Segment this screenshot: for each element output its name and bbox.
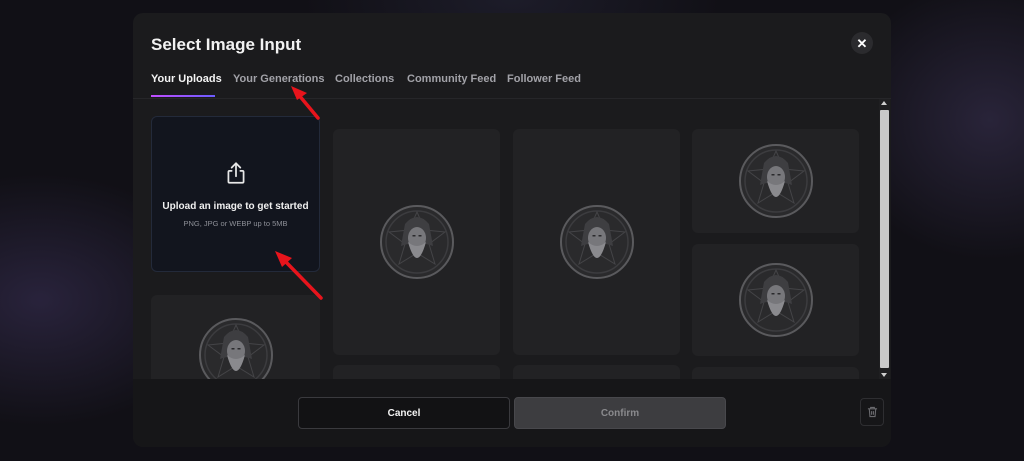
tab-collections[interactable]: Collections (335, 73, 394, 85)
tab-community-feed[interactable]: Community Feed (407, 73, 496, 85)
select-image-dialog: Select Image Input ✕ Your Uploads Your G… (133, 13, 891, 447)
image-thumbnail[interactable] (513, 129, 680, 355)
upload-hint: PNG, JPG or WEBP up to 5MB (183, 219, 288, 228)
image-thumbnail[interactable] (692, 129, 859, 233)
grid-scrollbar[interactable] (879, 99, 890, 379)
image-thumbnail[interactable] (692, 244, 859, 356)
image-grid: Upload an image to get started PNG, JPG … (133, 99, 891, 379)
wizard-emblem-image (738, 144, 813, 218)
delete-button[interactable] (860, 398, 884, 426)
tab-your-uploads[interactable]: Your Uploads (151, 73, 222, 85)
tab-your-generations[interactable]: Your Generations (233, 73, 324, 85)
upload-title: Upload an image to get started (162, 201, 309, 212)
upload-dropzone[interactable]: Upload an image to get started PNG, JPG … (151, 116, 320, 272)
image-thumbnail[interactable] (333, 365, 500, 379)
dialog-footer: Cancel Confirm (133, 379, 891, 447)
wizard-emblem-image (198, 318, 273, 379)
wizard-emblem-image (379, 205, 454, 279)
wizard-emblem-image (559, 205, 634, 279)
image-thumbnail[interactable] (692, 367, 859, 379)
wizard-emblem-image (738, 263, 813, 337)
active-tab-indicator (151, 95, 215, 97)
trash-icon (867, 406, 877, 418)
close-button[interactable]: ✕ (851, 32, 873, 54)
scroll-up-arrow[interactable] (881, 101, 887, 105)
upload-icon (227, 162, 245, 184)
tab-follower-feed[interactable]: Follower Feed (507, 73, 581, 85)
cancel-button[interactable]: Cancel (298, 397, 510, 429)
dialog-title: Select Image Input (151, 35, 302, 54)
image-thumbnail[interactable] (333, 129, 500, 355)
scrollbar-thumb[interactable] (880, 110, 889, 368)
image-thumbnail[interactable] (513, 365, 680, 379)
scroll-down-arrow[interactable] (881, 373, 887, 377)
confirm-button[interactable]: Confirm (514, 397, 726, 429)
close-icon: ✕ (856, 35, 868, 51)
image-thumbnail[interactable] (151, 295, 320, 379)
